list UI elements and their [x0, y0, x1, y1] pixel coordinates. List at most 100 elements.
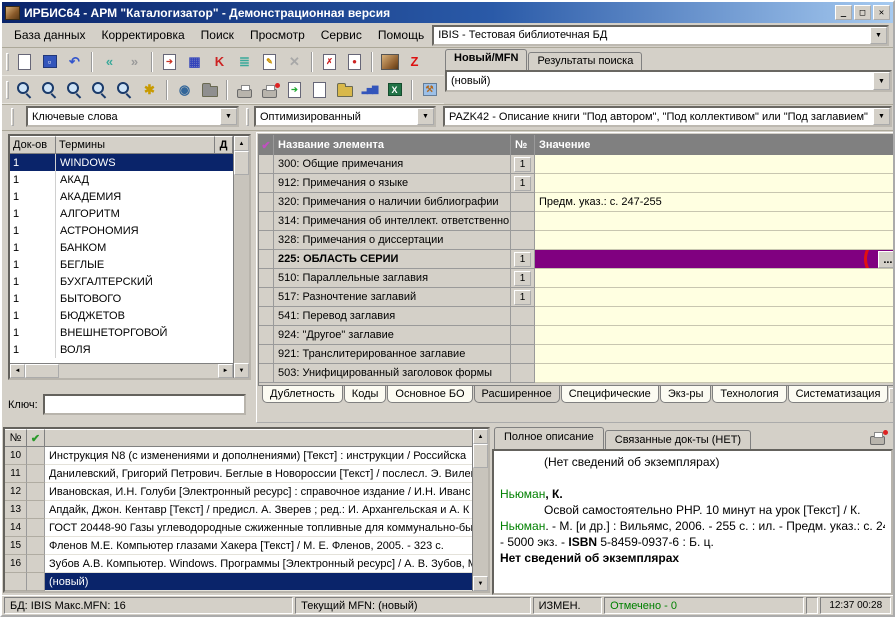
occurrence-button[interactable]: 1	[514, 252, 531, 267]
scroll-right-icon[interactable]: ►	[218, 364, 233, 378]
chevron-down-icon[interactable]: ▼	[873, 108, 890, 125]
record-check-cell[interactable]	[27, 501, 45, 519]
record-check-cell[interactable]	[27, 537, 45, 555]
restore-record-icon[interactable]: ●	[343, 50, 366, 73]
key-input[interactable]	[43, 394, 246, 415]
description-tab[interactable]: Полное описание	[494, 427, 604, 449]
search-complex-icon[interactable]	[63, 78, 86, 101]
new-record-icon[interactable]	[13, 50, 36, 73]
print-icon[interactable]	[233, 78, 256, 101]
term-row[interactable]: 1БЫТОВОГО	[10, 290, 233, 307]
scroll-up-icon[interactable]: ▲	[234, 136, 249, 151]
dictionary-bee-icon[interactable]: ✱	[138, 78, 161, 101]
occurrence-button[interactable]: 1	[514, 290, 531, 305]
maximize-button[interactable]: □	[854, 5, 871, 20]
menu-item[interactable]: Корректировка	[93, 26, 192, 44]
field-value-cell[interactable]	[535, 269, 895, 288]
forward-icon[interactable]: »	[123, 50, 146, 73]
field-row[interactable]: 510: Параллельные заглавия1	[259, 269, 895, 288]
field-value-cell[interactable]	[535, 155, 895, 174]
z3950-icon[interactable]: Z	[403, 50, 426, 73]
record-row[interactable]: 15Фленов М.Е. Компьютер глазами Хакера […	[5, 537, 472, 555]
field-row[interactable]: 503: Унифицированный заголовок формы	[259, 364, 895, 383]
field-value-ellipsis-button[interactable]: ...	[878, 251, 895, 268]
field-row[interactable]: 225: ОБЛАСТЬ СЕРИИ1...	[259, 250, 895, 269]
field-row[interactable]: 924: "Другое" заглавие	[259, 326, 895, 345]
term-row[interactable]: 1БАНКОМ	[10, 239, 233, 256]
scroll-down-icon[interactable]: ▼	[234, 363, 249, 378]
terms-vertical-scrollbar[interactable]: ▲ ▼	[233, 136, 249, 378]
pin-icon[interactable]: Д	[215, 136, 233, 153]
catalog-view-icon[interactable]: ▦	[183, 50, 206, 73]
edit-submit-icon[interactable]: ✎	[258, 50, 281, 73]
search-dictionary-icon[interactable]	[13, 78, 36, 101]
scroll-thumb[interactable]	[25, 364, 59, 378]
term-row[interactable]: 1БУХГАЛТЕРСКИЙ	[10, 273, 233, 290]
chevron-down-icon[interactable]: ▼	[870, 27, 887, 44]
field-row[interactable]: 541: Перевод заглавия	[259, 307, 895, 326]
field-row[interactable]: 300: Общие примечания1	[259, 155, 895, 174]
field-value-cell[interactable]	[535, 364, 895, 383]
record-row[interactable]: 13Апдайк, Джон. Кентавр [Текст] / предис…	[5, 501, 472, 519]
field-value-cell[interactable]: ...	[535, 250, 895, 269]
record-check-cell[interactable]	[27, 573, 45, 591]
term-row[interactable]: 1АЛГОРИТМ	[10, 205, 233, 222]
copy-document-icon[interactable]	[308, 78, 331, 101]
field-value-cell[interactable]	[535, 288, 895, 307]
description-tab[interactable]: Связанные док-ты (НЕТ)	[605, 430, 751, 449]
view-record-icon[interactable]: ◉	[173, 78, 196, 101]
irbis-cat-logo-icon[interactable]	[378, 50, 401, 73]
field-value-cell[interactable]	[535, 174, 895, 193]
scroll-up-icon[interactable]: ▲	[473, 429, 488, 444]
field-row[interactable]: 328: Примечания о диссертации	[259, 231, 895, 250]
folder-icon[interactable]	[198, 78, 221, 101]
term-row[interactable]: 1ВОЛЯ	[10, 341, 233, 358]
worksheet-tab[interactable]: Технология	[712, 386, 786, 403]
close-button[interactable]: ✕	[873, 5, 890, 20]
scroll-left-icon[interactable]: ◄	[10, 364, 25, 378]
terms-horizontal-scrollbar[interactable]: ◄ ►	[10, 363, 233, 378]
scroll-down-icon[interactable]: ▼	[473, 576, 488, 591]
record-row[interactable]: (новый)	[5, 573, 472, 591]
export-icon[interactable]: ➔	[283, 78, 306, 101]
record-row[interactable]: 16Зубов А.В. Компьютер. Windows. Програм…	[5, 555, 472, 573]
scroll-thumb[interactable]	[473, 444, 488, 468]
term-row[interactable]: 1БЕГЛЫЕ	[10, 256, 233, 273]
record-check-cell[interactable]	[27, 555, 45, 573]
field-value-cell[interactable]	[535, 231, 895, 250]
tab-active[interactable]: Новый/MFN	[445, 49, 527, 70]
field-row[interactable]: 320: Примечания о наличии библиографииПр…	[259, 193, 895, 212]
excel-icon[interactable]: X	[383, 78, 406, 101]
record-combo[interactable]: (новый) ▼	[445, 70, 892, 92]
copy-record-icon[interactable]: ➔	[158, 50, 181, 73]
record-row[interactable]: 12Ивановская, И.Н. Голуби [Электронный р…	[5, 483, 472, 501]
occurrence-button[interactable]: 1	[514, 271, 531, 286]
toolbar-grip[interactable]	[6, 53, 9, 71]
field-value-cell[interactable]	[535, 345, 895, 364]
occurrence-button[interactable]: 1	[514, 157, 531, 172]
menu-item[interactable]: Помощь	[370, 26, 432, 44]
record-row[interactable]: 10Инструкция N8 (с изменениями и дополне…	[5, 447, 472, 465]
app-logo-icon[interactable]	[5, 6, 20, 20]
print-setup-icon[interactable]	[258, 78, 281, 101]
worksheet-tab[interactable]: Расширенное	[474, 386, 560, 403]
occurrence-button[interactable]: 1	[514, 176, 531, 191]
undo-icon[interactable]: ↶	[63, 50, 86, 73]
menu-item[interactable]: Поиск	[193, 26, 242, 44]
delete-record-icon[interactable]: ✗	[318, 50, 341, 73]
search-records-icon[interactable]	[38, 78, 61, 101]
search-fixed-icon[interactable]	[88, 78, 111, 101]
worksheet-tab[interactable]: Дублетность	[262, 386, 343, 403]
term-row[interactable]: 1АСТРОНОМИЯ	[10, 222, 233, 239]
term-row[interactable]: 1АКАДЕМИЯ	[10, 188, 233, 205]
worksheet-tab[interactable]: Систематизация	[788, 386, 889, 403]
scroll-thumb[interactable]	[234, 151, 249, 175]
dictionary-type-combo[interactable]: Ключевые слова ▼	[26, 106, 239, 127]
menu-item[interactable]: Просмотр	[242, 26, 313, 44]
record-row[interactable]: 14ГОСТ 20448-90 Газы углеводородные сжиж…	[5, 519, 472, 537]
import-icon[interactable]	[333, 78, 356, 101]
tree-view-icon[interactable]: ≣	[233, 50, 256, 73]
options-icon[interactable]: ⚒	[418, 78, 441, 101]
chevron-down-icon[interactable]: ▼	[417, 108, 434, 125]
menu-item[interactable]: База данных	[6, 26, 93, 44]
